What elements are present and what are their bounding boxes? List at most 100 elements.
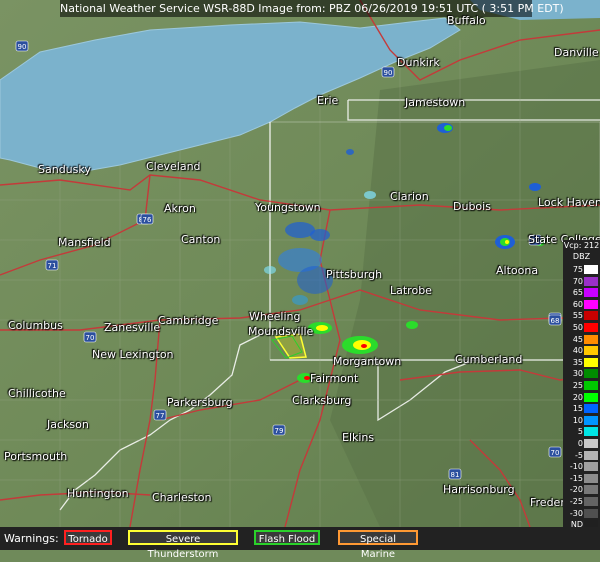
svg-text:77: 77 [156, 412, 165, 420]
city-label: Dubois [453, 200, 491, 213]
city-label: Pittsburgh [326, 268, 383, 281]
city-label: Akron [164, 202, 196, 215]
flash-flood-warning-toggle[interactable]: Flash Flood [254, 530, 320, 545]
city-label: Clarksburg [292, 394, 352, 407]
city-label: Columbus [8, 319, 63, 332]
city-label: Clarion [390, 190, 429, 203]
legend-label: 70 [572, 276, 583, 286]
city-label: Fairmont [310, 372, 359, 385]
legend-row: 50 [563, 322, 600, 333]
city-label: Erie [317, 94, 339, 107]
legend-header: Vcp: 212 DBZ [563, 240, 600, 264]
warnings-bar: Warnings: Tornado Severe Thunderstorm Fl… [0, 527, 600, 560]
warnings-label: Warnings: [4, 532, 59, 545]
svg-text:71: 71 [48, 262, 57, 270]
legend-row: 45 [563, 334, 600, 345]
svg-text:76: 76 [143, 216, 152, 224]
legend-vcp: Vcp: 212 [563, 241, 600, 250]
legend-swatch [584, 334, 598, 344]
legend-row: 5 [563, 426, 600, 437]
city-label: Canton [181, 233, 221, 246]
legend-swatch [584, 265, 598, 274]
legend-label: -25 [569, 497, 583, 506]
svg-text:68: 68 [551, 317, 560, 325]
legend-swatch [584, 415, 598, 425]
legend-label: 10 [572, 415, 583, 425]
highway-shield: 90 [15, 40, 29, 52]
legend-unit: DBZ [572, 252, 591, 261]
legend-label: 30 [572, 369, 583, 379]
legend-row: 65 [563, 287, 600, 298]
legend-row: -15 [563, 473, 600, 484]
legend-swatch [584, 439, 598, 448]
highway-shield: 71 [45, 259, 59, 271]
legend-label: -15 [569, 473, 583, 483]
legend-row: 75 [563, 264, 600, 275]
tornado-warning-toggle[interactable]: Tornado [64, 530, 112, 545]
city-label: Youngstown [255, 201, 321, 214]
svg-text:90: 90 [18, 43, 27, 51]
legend-label: 65 [572, 288, 583, 298]
legend-swatch [584, 485, 598, 495]
legend-label: 35 [572, 357, 583, 367]
highway-shield: 81 [448, 468, 462, 480]
legend-row: 40 [563, 345, 600, 356]
legend-row: 0 [563, 438, 600, 449]
legend-row: 30 [563, 368, 600, 379]
city-label: Cleveland [146, 160, 201, 173]
legend-label: 0 [577, 439, 583, 448]
special-marine-warning-toggle[interactable]: Special Marine [338, 530, 418, 560]
legend-row: 55 [563, 310, 600, 321]
reflectivity-legend: Vcp: 212 DBZ 75 70 65 60 55 50 45 40 35 30 25 20 15 1… [563, 240, 600, 540]
legend-swatch [584, 381, 598, 390]
svg-text:70: 70 [551, 449, 560, 457]
highway-shield: 77 [153, 409, 167, 421]
legend-swatch [584, 473, 598, 483]
highway-shield: 90 [381, 66, 395, 78]
legend-label: 25 [572, 381, 583, 390]
city-label: Cambridge [158, 314, 219, 327]
legend-row: -5 [563, 450, 600, 461]
legend-swatch [584, 404, 598, 414]
legend-label: -5 [575, 450, 583, 460]
highway-shield: 79 [272, 424, 286, 436]
city-label: Dunkirk [397, 56, 440, 69]
legend-row: -20 [563, 484, 600, 495]
city-label: Sandusky [38, 163, 91, 176]
city-label: Portsmouth [4, 450, 68, 463]
highway-shield: 68 [548, 314, 562, 326]
city-label: Jackson [47, 418, 89, 431]
legend-swatch [584, 299, 598, 309]
legend-row: 35 [563, 357, 600, 368]
highway-shield: 76 [140, 213, 154, 225]
legend-row: 15 [563, 403, 600, 414]
legend-label: 55 [572, 311, 583, 321]
legend-row: -25 [563, 496, 600, 507]
city-label: Harrisonburg [443, 483, 515, 496]
legend-swatch [584, 392, 598, 402]
legend-swatch [584, 427, 598, 437]
legend-label: 5 [577, 427, 583, 437]
svg-text:81: 81 [451, 471, 460, 479]
city-label: Buffalo [447, 14, 486, 27]
city-label: Jamestown [405, 96, 466, 109]
legend-label: 60 [572, 299, 583, 309]
city-label: Parkersburg [167, 396, 233, 409]
svg-text:79: 79 [275, 427, 284, 435]
legend-swatch [584, 357, 598, 367]
legend-swatch [584, 276, 598, 286]
legend-swatch [584, 311, 598, 321]
legend-swatch [584, 508, 598, 518]
city-label: Charleston [152, 491, 212, 504]
legend-label: 40 [572, 346, 583, 356]
legend-label: -30 [569, 508, 583, 518]
legend-swatch [584, 369, 598, 379]
legend-row: -30 [563, 508, 600, 519]
legend-swatch [584, 323, 598, 332]
legend-label: -20 [569, 485, 583, 495]
city-label: Moundsville [248, 325, 314, 338]
legend-label: 45 [572, 334, 583, 344]
severe-thunderstorm-warning-toggle[interactable]: Severe Thunderstorm [128, 530, 238, 560]
legend-row: 10 [563, 415, 600, 426]
svg-text:70: 70 [86, 334, 95, 342]
